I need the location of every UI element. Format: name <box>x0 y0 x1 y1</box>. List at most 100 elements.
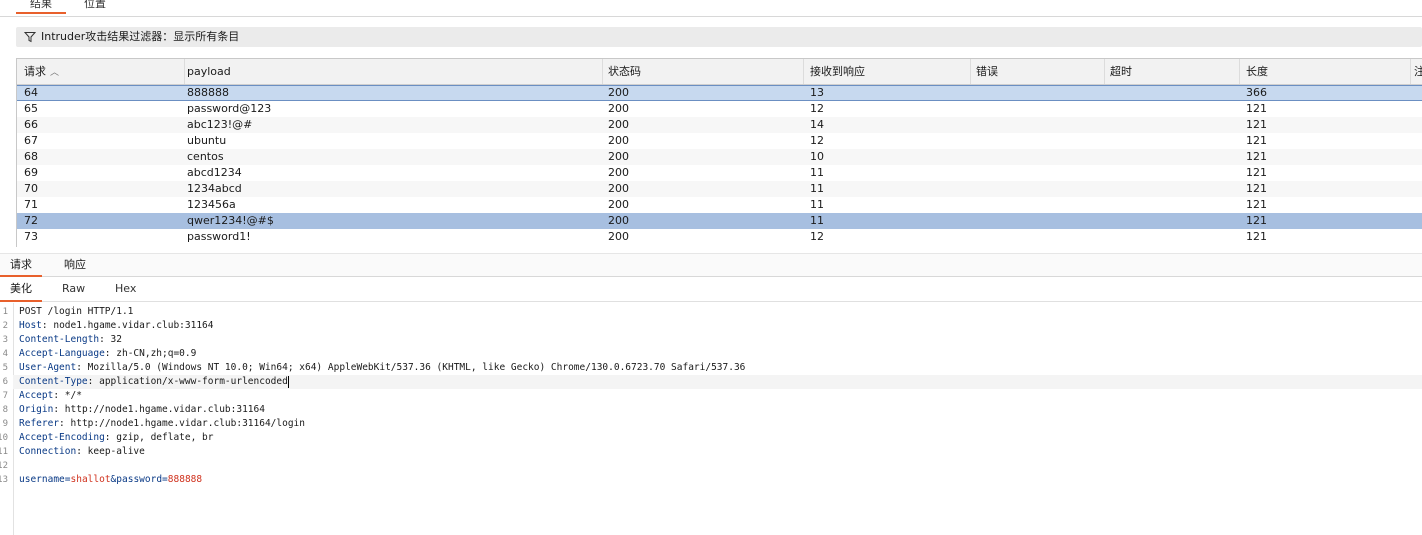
column-header-request[interactable]: 请求 ︿ <box>17 59 185 84</box>
cell-payload: password@123 <box>187 102 272 115</box>
cell-request: 72 <box>24 214 38 227</box>
cell-payload: ubuntu <box>187 134 227 147</box>
header-colon: : <box>59 418 71 429</box>
cell-timeout <box>1103 197 1239 213</box>
cell-error <box>969 197 1103 213</box>
cell-status: 200 <box>608 118 629 131</box>
header-colon: : <box>104 348 117 359</box>
tab-hex[interactable]: Hex <box>115 277 136 301</box>
cell-status: 200 <box>608 214 629 227</box>
cell-payload: abcd1234 <box>187 166 242 179</box>
cell-length: 121 <box>1246 102 1267 115</box>
table-row[interactable]: 69 abcd1234 200 11 121 <box>17 165 1422 181</box>
line-number: 5 <box>2 363 8 373</box>
request-editor[interactable]: 12345678910111213 POST /login HTTP/1.1Ho… <box>0 303 1422 535</box>
header-line: Referer: http://node1.hgame.vidar.club:3… <box>19 417 305 431</box>
tab-positions[interactable]: 位置 <box>84 0 106 14</box>
header-name: Connection <box>19 446 77 457</box>
header-name: Accept <box>19 390 54 401</box>
filter-bar[interactable]: Intruder攻击结果过滤器：显示所有条目 <box>16 27 1422 47</box>
cell-status: 200 <box>608 166 629 179</box>
cell-payload: password1! <box>187 230 251 243</box>
header-colon: : <box>76 362 88 373</box>
results-table: 请求︿ payload 状态码 接收到响应 错误 超时 长度 注 64 88888… <box>16 58 1422 247</box>
cell-timeout <box>1103 133 1239 149</box>
tab-pretty[interactable]: 美化 <box>0 277 42 302</box>
table-row[interactable]: 70 1234abcd 200 11 121 <box>17 181 1422 197</box>
cell-timeout <box>1103 101 1239 117</box>
column-header-payload[interactable]: payload <box>180 59 603 84</box>
cell-error <box>969 165 1103 181</box>
request-body: username=shallot&password=888888 <box>19 473 202 487</box>
filter-icon <box>24 32 36 43</box>
cell-received: 11 <box>810 166 824 179</box>
view-mode-tabs: 美化 Raw Hex <box>0 277 1422 302</box>
header-value: 32 <box>110 334 122 345</box>
cell-length: 121 <box>1246 134 1267 147</box>
header-value: node1.hgame.vidar.club:31164 <box>53 320 214 331</box>
header-colon: : <box>99 334 111 345</box>
cell-length: 121 <box>1246 166 1267 179</box>
cell-length: 121 <box>1246 182 1267 195</box>
column-header-length[interactable]: 长度 <box>1239 59 1411 84</box>
table-row[interactable]: 71 123456a 200 11 121 <box>17 197 1422 213</box>
cell-error <box>969 149 1103 165</box>
table-row[interactable]: 72 qwer1234!@#$ 200 11 121 <box>17 213 1422 229</box>
header-value: gzip, deflate, br <box>116 432 214 443</box>
column-header-comment[interactable]: 注 <box>1407 59 1422 84</box>
cell-length: 121 <box>1246 230 1267 243</box>
table-row[interactable]: 67 ubuntu 200 12 121 <box>17 133 1422 149</box>
header-value: Mozilla/5.0 (Windows NT 10.0; Win64; x64… <box>87 362 746 373</box>
cell-status: 200 <box>608 102 629 115</box>
header-line: Host: node1.hgame.vidar.club:31164 <box>19 319 214 333</box>
cell-payload: centos <box>187 150 224 163</box>
cell-error <box>969 213 1103 229</box>
header-value: application/x-www-form-urlencoded <box>99 376 288 387</box>
header-value: zh-CN,zh;q=0.9 <box>116 348 197 359</box>
line-number: 13 <box>0 475 8 485</box>
param-name: username <box>19 474 65 485</box>
header-name: User-Agent <box>19 362 77 373</box>
header-value: */* <box>64 390 82 401</box>
column-header-status[interactable]: 状态码 <box>601 59 804 84</box>
tab-results[interactable]: 结果 <box>16 0 66 14</box>
header-line: Origin: http://node1.hgame.vidar.club:31… <box>19 403 265 417</box>
tab-request[interactable]: 请求 <box>0 254 42 277</box>
column-header-error[interactable]: 错误 <box>969 59 1105 84</box>
cell-request: 66 <box>24 118 38 131</box>
line-number: 6 <box>2 377 8 387</box>
header-value: http://node1.hgame.vidar.club:31164 <box>64 404 265 415</box>
cell-status: 200 <box>608 86 629 99</box>
cell-payload: qwer1234!@#$ <box>187 214 274 227</box>
cell-received: 11 <box>810 198 824 211</box>
cell-received: 11 <box>810 182 824 195</box>
cell-status: 200 <box>608 230 629 243</box>
line-number: 4 <box>2 349 8 359</box>
header-colon: : <box>53 390 65 401</box>
tab-response[interactable]: 响应 <box>64 254 86 276</box>
table-row[interactable]: 66 abc123!@# 200 14 121 <box>17 117 1422 133</box>
cell-request: 73 <box>24 230 38 243</box>
table-row[interactable]: 73 password1! 200 12 121 <box>17 229 1422 245</box>
cell-received: 14 <box>810 118 824 131</box>
text-caret <box>287 375 289 388</box>
cell-length: 121 <box>1246 150 1267 163</box>
header-value: keep-alive <box>87 446 145 457</box>
column-header-timeout[interactable]: 超时 <box>1103 59 1240 84</box>
header-colon: : <box>87 376 100 387</box>
header-line: Content-Length: 32 <box>19 333 122 347</box>
cell-status: 200 <box>608 182 629 195</box>
request-response-tabs: 请求 响应 <box>0 253 1422 277</box>
tab-raw[interactable]: Raw <box>62 277 85 301</box>
header-name: Referer <box>19 418 60 429</box>
column-header-received[interactable]: 接收到响应 <box>803 59 971 84</box>
header-value: http://node1.hgame.vidar.club:31164/logi… <box>70 418 306 429</box>
header-name: Origin <box>19 404 54 415</box>
cell-timeout <box>1103 213 1239 229</box>
table-row[interactable]: 64 888888 200 13 366 <box>17 85 1422 101</box>
cell-request: 70 <box>24 182 38 195</box>
cell-error <box>969 101 1103 117</box>
table-row[interactable]: 65 password@123 200 12 121 <box>17 101 1422 117</box>
table-row[interactable]: 68 centos 200 10 121 <box>17 149 1422 165</box>
sort-ascending-icon: ︿ <box>50 68 60 78</box>
